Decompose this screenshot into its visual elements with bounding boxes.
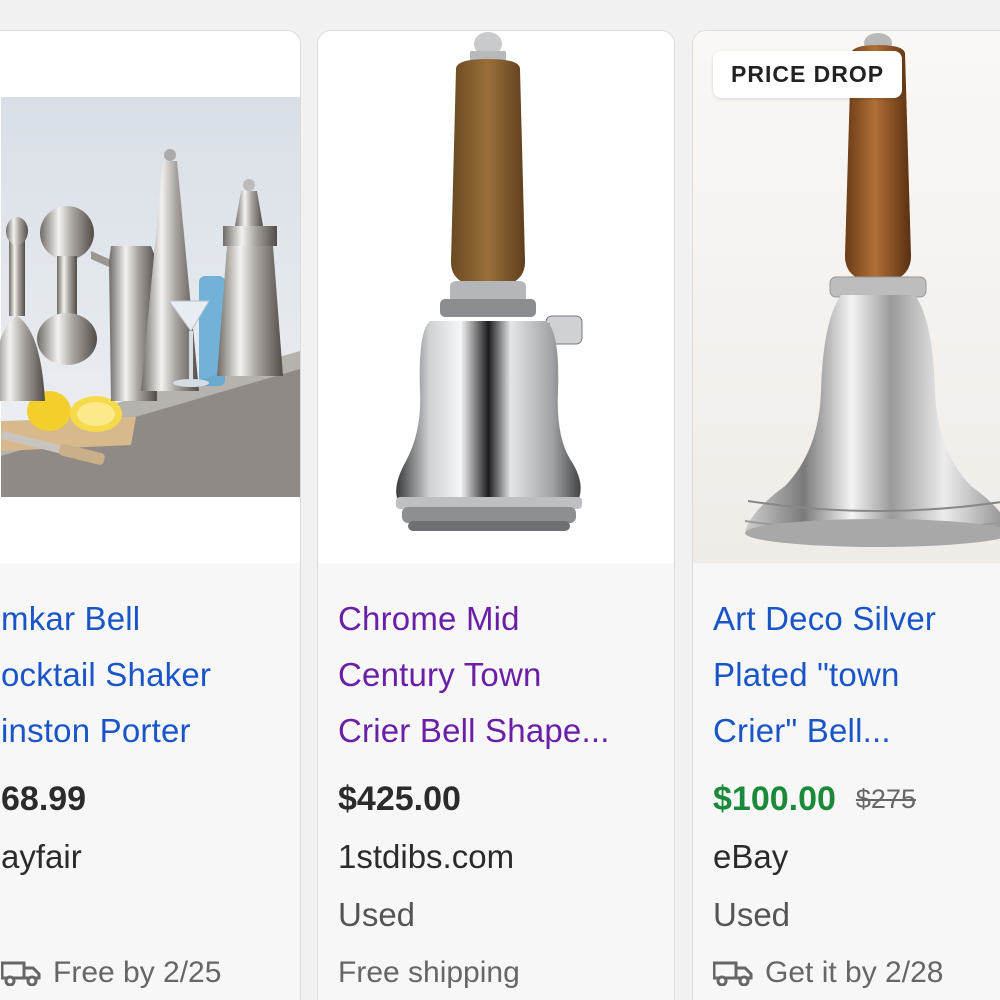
product-title-link[interactable]: Art Deco Silver Plated "town Crier" Bell… (713, 591, 1000, 759)
product-image[interactable] (0, 31, 300, 563)
shipping-text: Get it by 2/28 (765, 956, 944, 989)
product-card[interactable]: Chrome Mid Century Town Crier Bell Shape… (317, 30, 675, 1000)
product-price: 68.99 (1, 779, 87, 818)
shipping-info: Free shipping (338, 956, 520, 989)
shipping-info: Free by 2/25 (1, 945, 290, 1000)
product-card[interactable]: PRICE DROP Art Deco Silver Plated "town … (692, 30, 1000, 1000)
product-card[interactable]: mkar Bell ocktail Shaker inston Porter 6… (0, 30, 301, 1000)
silver-bell-photo (693, 31, 1000, 563)
product-image[interactable]: PRICE DROP (693, 31, 1000, 563)
store-name: ayfair (1, 838, 82, 875)
condition-label: Used (713, 896, 791, 933)
condition-spacer (1, 885, 290, 945)
truck-icon (1, 961, 41, 986)
product-image[interactable] (318, 31, 674, 563)
price-drop-badge: PRICE DROP (713, 51, 903, 98)
cocktail-shakers-photo (0, 97, 300, 497)
product-title-link[interactable]: Chrome Mid Century Town Crier Bell Shape… (338, 591, 664, 759)
product-title-link[interactable]: mkar Bell ocktail Shaker inston Porter (1, 591, 290, 759)
chrome-bell-shaker-photo (396, 32, 583, 531)
shipping-info: Get it by 2/28 (713, 945, 1000, 1000)
truck-icon (713, 961, 753, 986)
sale-price: $100.00 (713, 779, 836, 818)
store-name: 1stdibs.com (338, 838, 515, 875)
original-price: $275 (855, 783, 916, 814)
condition-label: Used (338, 896, 416, 933)
store-name: eBay (713, 838, 789, 875)
product-price: $425.00 (338, 779, 461, 818)
shopping-results-carousel: mkar Bell ocktail Shaker inston Porter 6… (0, 0, 1000, 1000)
shipping-text: Free by 2/25 (53, 956, 222, 989)
